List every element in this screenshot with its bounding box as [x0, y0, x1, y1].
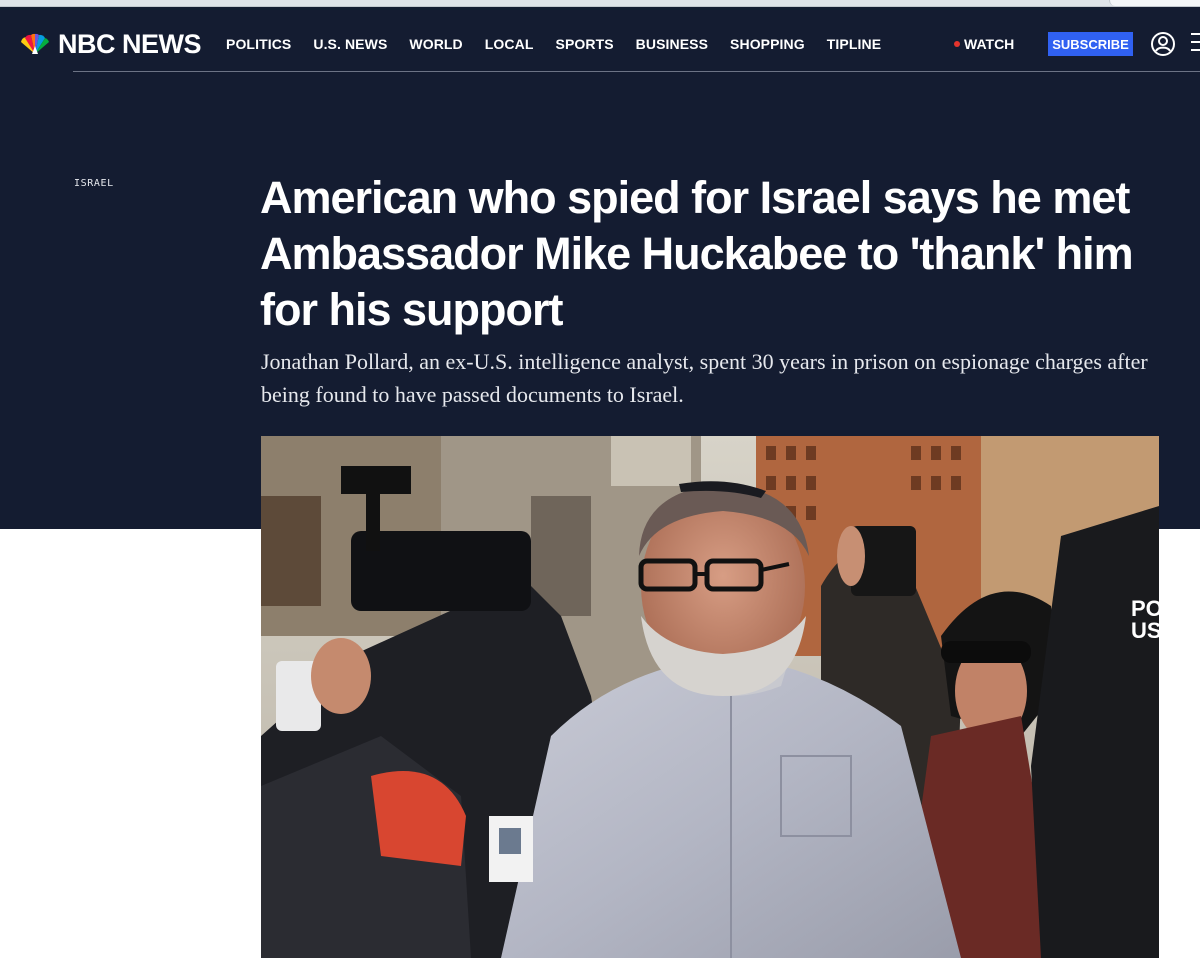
- nav-item-us-news[interactable]: U.S. NEWS: [313, 34, 387, 54]
- browser-tab-strip: [0, 0, 1200, 7]
- article-dek: Jonathan Pollard, an ex-U.S. intelligenc…: [261, 349, 1148, 407]
- nav-item-business[interactable]: BUSINESS: [636, 34, 708, 54]
- peacock-logo-icon: [21, 33, 49, 54]
- section-nav: POLITICS U.S. NEWS WORLD LOCAL SPORTS BU…: [226, 34, 903, 54]
- nbc-news-logo[interactable]: NBC NEWS: [17, 28, 202, 60]
- section-label[interactable]: ISRAEL: [74, 178, 114, 189]
- nav-item-tipline[interactable]: TIPLINE: [827, 34, 881, 54]
- nav-divider: [73, 71, 1200, 72]
- hero-photo-illustration: PO US: [261, 436, 1159, 958]
- menu-icon[interactable]: [1191, 33, 1200, 55]
- account-icon[interactable]: [1150, 31, 1176, 57]
- nav-item-local[interactable]: LOCAL: [485, 34, 534, 54]
- watch-live-link[interactable]: WATCH: [954, 34, 1014, 54]
- watch-label: WATCH: [964, 36, 1015, 52]
- subscribe-button[interactable]: SUBSCRIBE: [1048, 32, 1133, 56]
- nav-item-politics[interactable]: POLITICS: [226, 34, 291, 54]
- article-headline: American who spied for Israel says he me…: [260, 172, 1134, 335]
- nav-item-shopping[interactable]: SHOPPING: [730, 34, 805, 54]
- article-hero-photo: PO US: [261, 436, 1159, 958]
- svg-text:US: US: [1131, 618, 1159, 643]
- nav-item-world[interactable]: WORLD: [409, 34, 462, 54]
- live-dot-icon: [954, 41, 960, 47]
- logo-wordmark: NBC NEWS: [58, 28, 202, 59]
- nav-item-sports[interactable]: SPORTS: [556, 34, 614, 54]
- browser-tab-edge: [1109, 0, 1200, 6]
